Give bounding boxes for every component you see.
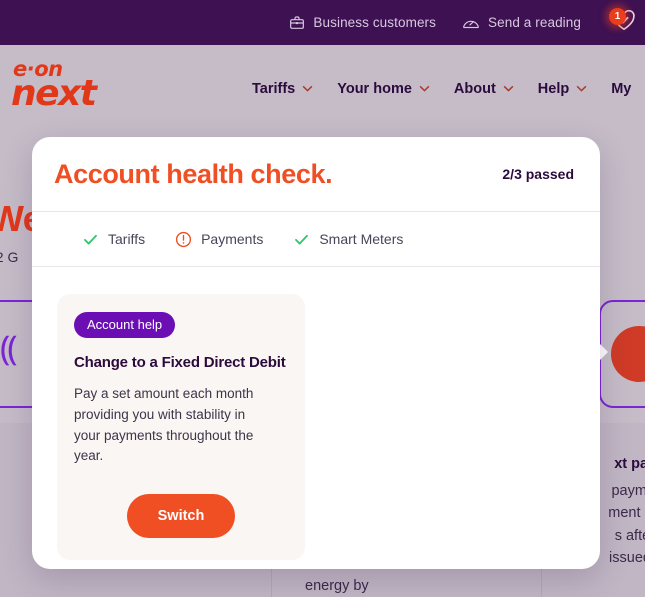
nav-item-your-home-label: Your home — [337, 80, 412, 97]
status-badge: 2/3 passed — [502, 166, 574, 182]
briefcase-icon — [289, 15, 305, 31]
status-item-tariffs-label: Tariffs — [108, 231, 146, 247]
account-help-card: Account help Change to a Fixed Direct De… — [57, 294, 305, 561]
send-a-reading-link[interactable]: Send a reading — [462, 15, 581, 31]
status-summary-row: Tariffs Payments Smart Meters — [32, 212, 600, 267]
status-item-tariffs[interactable]: Tariffs — [82, 231, 145, 248]
switch-button[interactable]: Switch — [126, 494, 236, 539]
saved-items-button[interactable]: 1 — [607, 7, 641, 38]
logo-line-2: next — [11, 73, 97, 114]
chevron-down-icon — [576, 85, 587, 92]
exclamation-circle-icon — [175, 231, 192, 248]
nav-item-my-account-label: My — [611, 80, 632, 97]
page-title: Account health check. — [54, 158, 333, 189]
modal-body: Account help Change to a Fixed Direct De… — [32, 267, 600, 561]
account-health-check-modal: Account health check. 2/3 passed Tariffs… — [32, 137, 600, 569]
check-icon — [82, 231, 99, 248]
nav-item-about-label: About — [453, 80, 496, 97]
business-customers-link[interactable]: Business customers — [289, 15, 436, 31]
nav-item-your-home[interactable]: Your home — [337, 81, 430, 97]
chevron-down-icon — [302, 85, 313, 92]
send-a-reading-label: Send a reading — [488, 15, 581, 30]
main-navigation: e·on next Tariffs Your home About Help M… — [0, 45, 645, 132]
next-payment-heading: xt paym — [614, 456, 645, 472]
status-item-payments-label: Payments — [201, 231, 264, 247]
switch-button-wrapper: Switch — [74, 494, 288, 539]
nav-item-help-label: Help — [537, 80, 570, 97]
hero-subheading: 92 G — [0, 249, 19, 265]
meter-icon — [462, 15, 480, 31]
account-help-card-title: Change to a Fixed Direct Debit — [74, 354, 286, 371]
middle-column-text: energy by — [305, 578, 369, 594]
check-icon — [293, 231, 310, 248]
chevron-down-icon — [419, 85, 430, 92]
nav-item-my-account[interactable]: My — [611, 81, 631, 97]
utility-topbar: Business customers Send a reading 1 — [0, 0, 645, 45]
account-help-card-body: Pay a set amount each month providing yo… — [74, 386, 254, 464]
left-card-glyph: ⸨ — [0, 330, 18, 368]
nav-item-tariffs[interactable]: Tariffs — [252, 81, 313, 97]
saved-items-badge: 1 — [609, 7, 626, 25]
status-item-smart-meters[interactable]: Smart Meters — [293, 231, 403, 248]
eon-next-logo[interactable]: e·on next — [11, 59, 113, 112]
status-item-payments[interactable]: Payments — [175, 231, 263, 248]
nav-links: Tariffs Your home About Help My — [252, 45, 631, 132]
account-help-pill: Account help — [74, 312, 176, 338]
modal-header: Account health check. 2/3 passed — [32, 137, 600, 212]
nav-item-about[interactable]: About — [454, 81, 514, 97]
nav-item-help[interactable]: Help — [538, 81, 587, 97]
business-customers-label: Business customers — [313, 15, 437, 30]
status-item-smart-meters-label: Smart Meters — [319, 231, 404, 247]
chevron-down-icon — [503, 85, 514, 92]
nav-item-tariffs-label: Tariffs — [252, 80, 296, 97]
